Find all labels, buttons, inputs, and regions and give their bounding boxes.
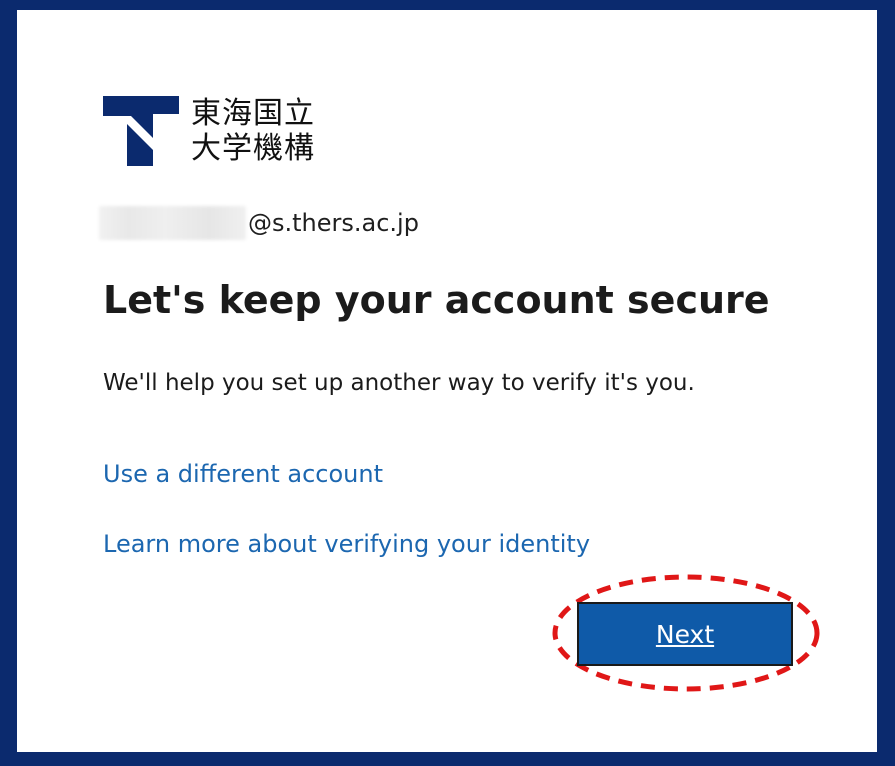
account-identity: @s.thers.ac.jp: [99, 206, 419, 240]
use-different-account-link[interactable]: Use a different account: [103, 460, 383, 488]
sign-in-card: 東海国立 大学機構 @s.thers.ac.jp Let's keep your…: [17, 10, 877, 752]
page-title: Let's keep your account secure: [103, 278, 770, 322]
organization-logo-mark: [103, 96, 179, 166]
next-button[interactable]: Next: [577, 602, 793, 666]
account-domain: @s.thers.ac.jp: [248, 209, 419, 237]
organization-logo-text: 東海国立 大学機構: [191, 96, 315, 166]
page-description: We'll help you set up another way to ver…: [103, 370, 695, 396]
logo-text-line-2: 大学機構: [191, 131, 315, 166]
organization-logo: 東海国立 大学機構: [103, 96, 333, 176]
next-button-area: Next: [550, 572, 822, 694]
logo-text-line-1: 東海国立: [191, 96, 315, 131]
redacted-username: [99, 206, 246, 240]
learn-more-link[interactable]: Learn more about verifying your identity: [103, 530, 590, 558]
